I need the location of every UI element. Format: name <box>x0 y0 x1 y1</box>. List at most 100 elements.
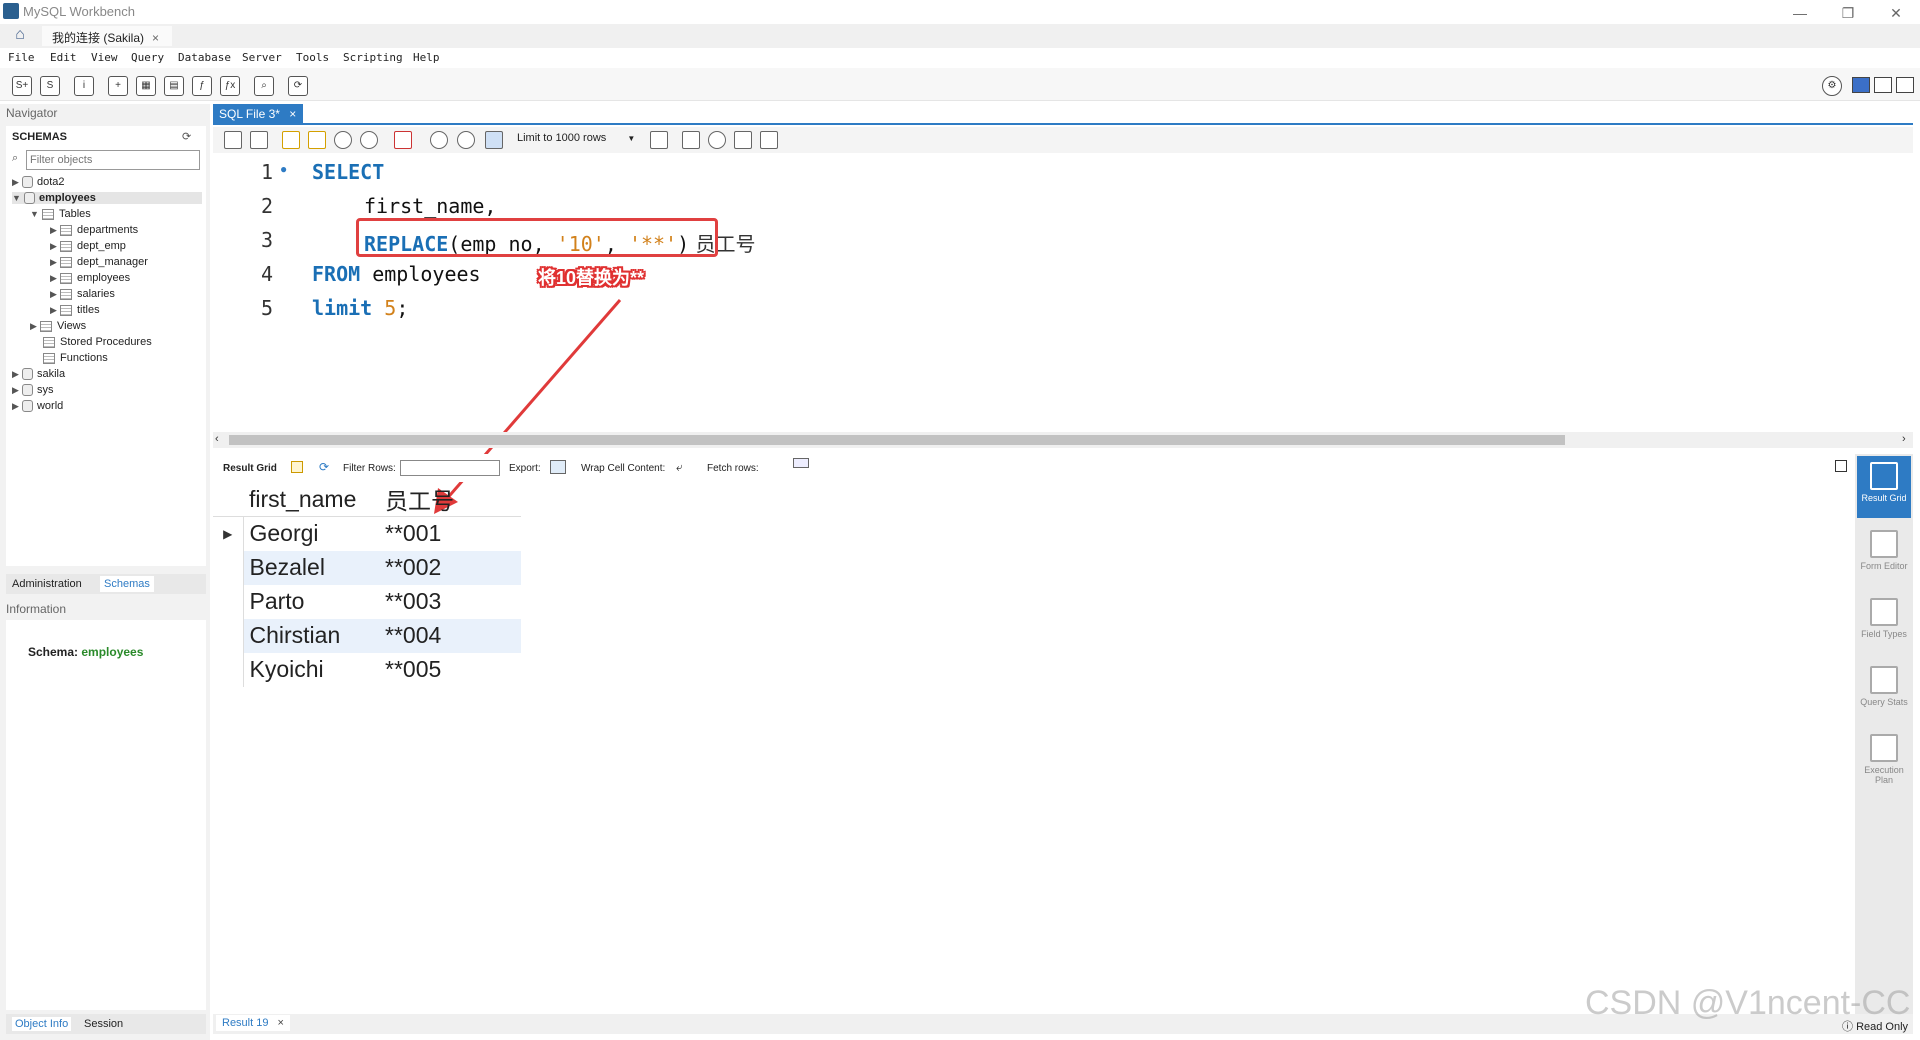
create-table-icon[interactable]: ▦ <box>136 76 156 96</box>
tree-item-dota2[interactable]: ▶ dota2 <box>12 176 65 189</box>
table-row[interactable]: Bezalel **002 <box>213 550 521 585</box>
scrollbar-thumb[interactable] <box>229 435 1565 445</box>
create-view-icon[interactable]: ▤ <box>164 76 184 96</box>
tree-item-employees[interactable]: ▼ employees <box>12 192 202 205</box>
invisible-chars-icon[interactable] <box>734 131 752 149</box>
table-row[interactable]: Kyoichi **005 <box>213 652 521 687</box>
wrap-icon[interactable]: ⤶ <box>676 460 683 475</box>
settings-icon[interactable]: ⚙ <box>1822 76 1842 96</box>
menu-view[interactable]: View <box>91 51 118 64</box>
filter-rows-input[interactable] <box>400 460 500 476</box>
tree-item-dept-manager[interactable]: ▶ dept_manager <box>50 256 148 268</box>
cell[interactable]: Chirstian <box>243 618 379 653</box>
tree-item-dept-emp[interactable]: ▶ dept_emp <box>50 240 126 252</box>
search-table-data-icon[interactable]: ⌕ <box>254 76 274 96</box>
stop-on-error-icon[interactable] <box>394 131 412 149</box>
tree-item-tables[interactable]: ▼ Tables <box>30 208 91 220</box>
wrap-lines-icon[interactable] <box>760 131 778 149</box>
stop-icon[interactable] <box>360 131 378 149</box>
bookmark-icon[interactable] <box>650 131 668 149</box>
inspector-icon[interactable]: i <box>74 76 94 96</box>
sql-file-tab[interactable]: SQL File 3* × <box>213 104 303 124</box>
scroll-right-icon[interactable]: › <box>1902 433 1906 445</box>
limit-rows-select[interactable]: Limit to 1000 rows ▼ <box>517 132 637 148</box>
toggle-output-icon[interactable] <box>1874 77 1892 93</box>
tree-item-functions[interactable]: Functions <box>43 352 108 364</box>
cell[interactable]: **005 <box>379 653 521 687</box>
menu-tools[interactable]: Tools <box>296 51 329 64</box>
execute-icon[interactable] <box>282 131 300 149</box>
tree-item-departments[interactable]: ▶ departments <box>50 224 138 236</box>
save-icon[interactable] <box>250 131 268 149</box>
create-procedure-icon[interactable]: ƒ <box>192 76 212 96</box>
form-editor-button[interactable]: Form Editor <box>1857 524 1911 586</box>
result-grid-button[interactable]: Result Grid <box>1857 456 1911 518</box>
export-icon[interactable] <box>550 460 566 474</box>
create-function-icon[interactable]: ƒx <box>220 76 240 96</box>
menu-database[interactable]: Database <box>178 51 231 64</box>
table-row[interactable]: Chirstian **004 <box>213 618 521 653</box>
menu-file[interactable]: File <box>8 51 35 64</box>
menu-edit[interactable]: Edit <box>50 51 77 64</box>
table-row[interactable]: Parto **003 <box>213 584 521 619</box>
open-file-icon[interactable] <box>224 131 242 149</box>
cell[interactable]: **001 <box>379 517 521 551</box>
autocommit-icon[interactable] <box>485 131 503 149</box>
tree-item-titles[interactable]: ▶ titles <box>50 304 100 316</box>
execute-current-icon[interactable] <box>308 131 326 149</box>
menu-help[interactable]: Help <box>413 51 440 64</box>
close-icon[interactable]: × <box>278 1017 284 1029</box>
tree-item-stored-procedures[interactable]: Stored Procedures <box>43 336 152 348</box>
tree-item-views[interactable]: ▶ Views <box>30 320 86 332</box>
tab-session[interactable]: Session <box>84 1018 123 1030</box>
cell[interactable]: Georgi <box>243 517 379 551</box>
toggle-sidebar-icon[interactable] <box>1852 77 1870 93</box>
open-sql-file-icon[interactable]: S <box>40 76 60 96</box>
tree-item-world[interactable]: ▶ world <box>12 400 63 413</box>
close-window-button[interactable]: ✕ <box>1876 2 1916 24</box>
find-icon[interactable] <box>708 131 726 149</box>
toggle-panel-icon[interactable] <box>1835 460 1847 472</box>
tree-item-sakila[interactable]: ▶ sakila <box>12 368 65 381</box>
tab-object-info[interactable]: Object Info <box>12 1017 72 1031</box>
reconnect-icon[interactable]: ⟳ <box>288 76 308 96</box>
refresh-icon[interactable]: ⟳ <box>319 460 329 474</box>
close-icon[interactable]: × <box>289 107 296 121</box>
minimize-button[interactable]: — <box>1780 2 1820 24</box>
close-icon[interactable]: × <box>152 31 159 45</box>
rollback-icon[interactable] <box>457 131 475 149</box>
cell[interactable]: Parto <box>243 585 379 619</box>
menu-scripting[interactable]: Scripting <box>343 51 403 64</box>
commit-icon[interactable] <box>430 131 448 149</box>
explain-icon[interactable] <box>334 131 352 149</box>
toggle-secondary-sidebar-icon[interactable] <box>1896 77 1914 93</box>
beautify-icon[interactable] <box>682 131 700 149</box>
execution-plan-button[interactable]: Execution Plan <box>1857 728 1911 790</box>
tab-administration[interactable]: Administration <box>12 578 82 590</box>
result-tab[interactable]: Result 19 × <box>216 1015 290 1031</box>
column-header[interactable]: 员工号 <box>379 482 521 517</box>
menu-query[interactable]: Query <box>131 51 164 64</box>
result-grid-label[interactable]: Result Grid <box>223 463 277 474</box>
filter-objects-input[interactable] <box>26 150 200 170</box>
create-schema-icon[interactable]: + <box>108 76 128 96</box>
menu-server[interactable]: Server <box>242 51 282 64</box>
house-icon[interactable]: ⌂ <box>8 26 32 46</box>
cell[interactable]: **004 <box>379 618 521 653</box>
grid-icon[interactable] <box>291 461 303 473</box>
fetch-icon[interactable] <box>793 458 809 468</box>
cell[interactable]: Bezalel <box>243 550 379 585</box>
refresh-icon[interactable]: ⟳ <box>182 130 191 143</box>
query-stats-button[interactable]: Query Stats <box>1857 660 1911 722</box>
restore-button[interactable]: ❐ <box>1828 2 1868 24</box>
cell[interactable]: **003 <box>379 585 521 619</box>
connection-tab[interactable]: 我的连接 (Sakila) × <box>42 26 172 46</box>
cell[interactable]: **002 <box>379 550 521 585</box>
tree-item-employees-table[interactable]: ▶ employees <box>50 272 130 284</box>
table-row[interactable]: ▶ Georgi **001 <box>213 516 521 551</box>
tab-schemas[interactable]: Schemas <box>100 576 154 592</box>
scroll-left-icon[interactable]: ‹ <box>215 433 219 445</box>
new-sql-tab-icon[interactable]: S+ <box>12 76 32 96</box>
tree-item-sys[interactable]: ▶ sys <box>12 384 53 397</box>
field-types-button[interactable]: Field Types <box>1857 592 1911 654</box>
